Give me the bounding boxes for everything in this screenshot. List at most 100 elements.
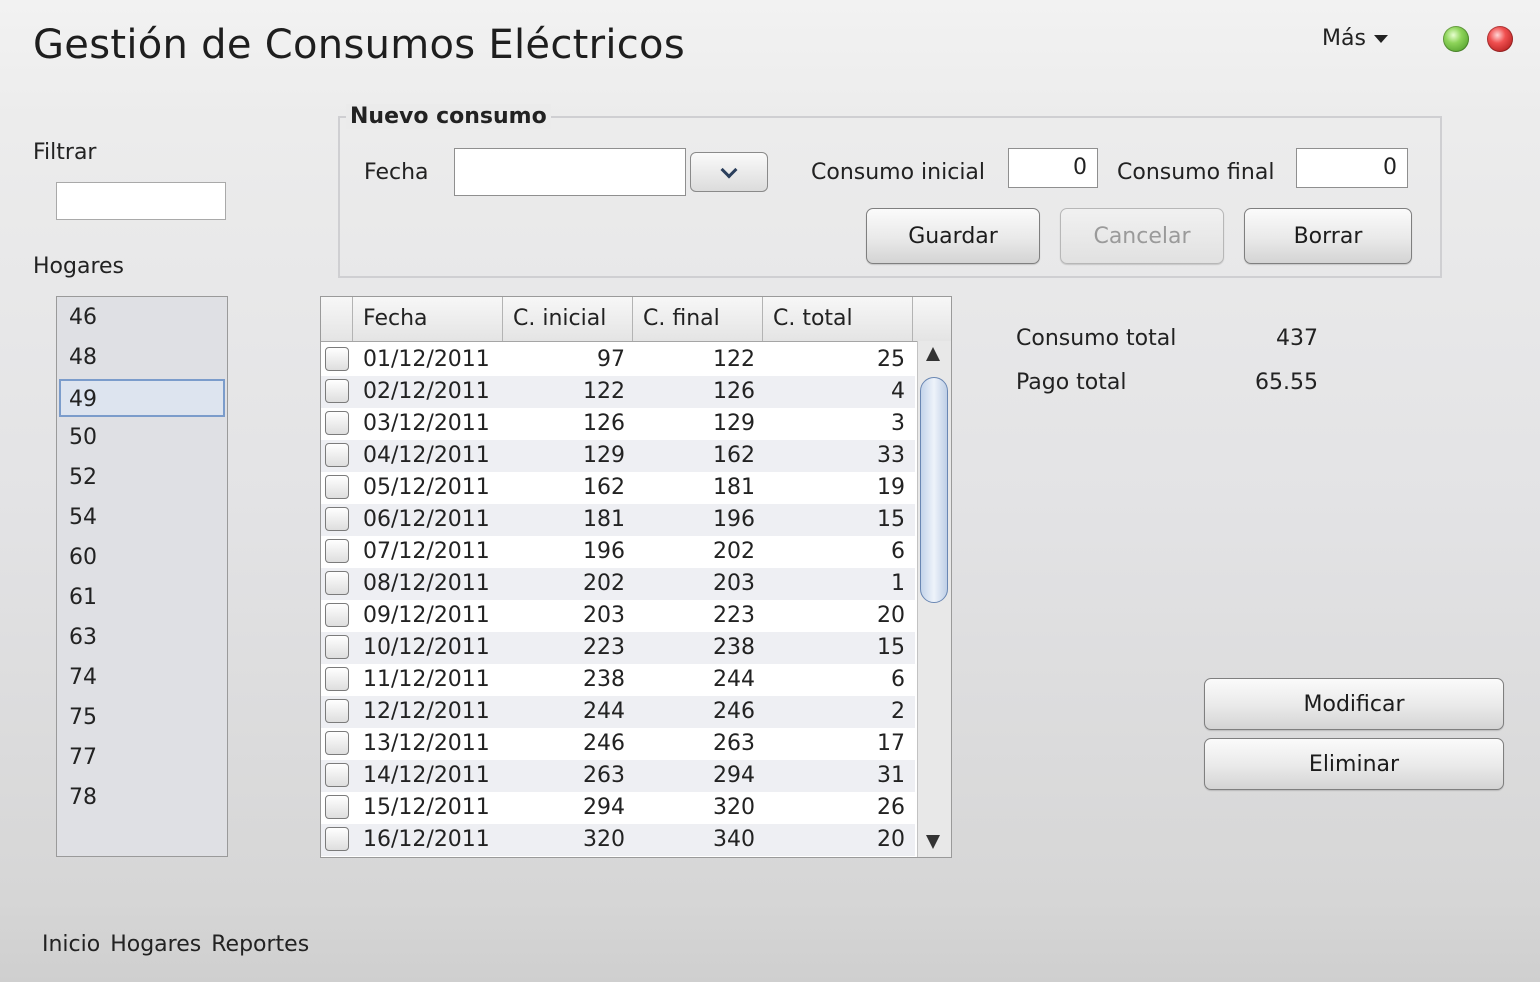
table-row[interactable]: 07/12/2011 196 202 6 xyxy=(321,536,915,568)
table-row[interactable]: 13/12/2011 246 263 17 xyxy=(321,728,915,760)
date-picker-button[interactable] xyxy=(690,152,768,192)
final-consumption-input[interactable]: 0 xyxy=(1296,148,1408,188)
cell-inicial: 129 xyxy=(583,443,625,468)
cell-fecha: 09/12/2011 xyxy=(363,603,490,628)
row-checkbox[interactable] xyxy=(325,667,349,691)
row-checkbox[interactable] xyxy=(325,347,349,371)
row-checkbox[interactable] xyxy=(325,731,349,755)
cell-fecha: 08/12/2011 xyxy=(363,571,490,596)
table-row[interactable]: 01/12/2011 97 122 25 xyxy=(321,344,915,376)
row-checkbox[interactable] xyxy=(325,571,349,595)
date-label: Fecha xyxy=(364,160,429,185)
nav-reportes[interactable]: Reportes xyxy=(211,932,309,957)
table-row[interactable]: 14/12/2011 263 294 31 xyxy=(321,760,915,792)
cell-total: 20 xyxy=(877,603,905,628)
cell-inicial: 97 xyxy=(597,347,625,372)
filter-label: Filtrar xyxy=(33,140,97,165)
scroll-down-arrow-icon[interactable] xyxy=(926,835,940,849)
household-item[interactable]: 63 xyxy=(59,619,225,657)
household-item[interactable]: 78 xyxy=(59,779,225,817)
table-row[interactable]: 06/12/2011 181 196 15 xyxy=(321,504,915,536)
filter-input[interactable] xyxy=(56,182,226,220)
initial-consumption-input[interactable]: 0 xyxy=(1008,148,1098,188)
table-row[interactable]: 02/12/2011 122 126 4 xyxy=(321,376,915,408)
cell-fecha: 01/12/2011 xyxy=(363,347,490,372)
table-row[interactable]: 10/12/2011 223 238 15 xyxy=(321,632,915,664)
row-checkbox[interactable] xyxy=(325,699,349,723)
row-checkbox[interactable] xyxy=(325,795,349,819)
cell-fecha: 11/12/2011 xyxy=(363,667,490,692)
delete-button[interactable]: Eliminar xyxy=(1204,738,1504,790)
cell-final: 238 xyxy=(713,635,755,660)
more-menu-button[interactable]: Más xyxy=(1322,26,1388,51)
row-checkbox[interactable] xyxy=(325,827,349,851)
cell-total: 25 xyxy=(877,347,905,372)
table-row[interactable]: 11/12/2011 238 244 6 xyxy=(321,664,915,696)
table-row[interactable]: 05/12/2011 162 181 19 xyxy=(321,472,915,504)
cell-final: 122 xyxy=(713,347,755,372)
row-checkbox[interactable] xyxy=(325,763,349,787)
nav-inicio[interactable]: Inicio xyxy=(42,932,100,957)
close-window-button[interactable] xyxy=(1487,26,1513,52)
row-checkbox[interactable] xyxy=(325,411,349,435)
consumption-table: Fecha C. inicial C. final C. total 01/12… xyxy=(320,296,952,858)
cell-inicial: 126 xyxy=(583,411,625,436)
households-label: Hogares xyxy=(33,254,125,279)
column-header-final[interactable]: C. final xyxy=(633,297,763,341)
row-checkbox[interactable] xyxy=(325,539,349,563)
cell-inicial: 203 xyxy=(583,603,625,628)
column-header-fecha[interactable]: Fecha xyxy=(353,297,503,341)
cell-inicial: 263 xyxy=(583,763,625,788)
row-checkbox[interactable] xyxy=(325,475,349,499)
household-item[interactable]: 50 xyxy=(59,419,225,457)
row-checkbox[interactable] xyxy=(325,507,349,531)
table-row[interactable]: 04/12/2011 129 162 33 xyxy=(321,440,915,472)
table-row[interactable]: 15/12/2011 294 320 26 xyxy=(321,792,915,824)
clear-button[interactable]: Borrar xyxy=(1244,208,1412,264)
table-row[interactable]: 09/12/2011 203 223 20 xyxy=(321,600,915,632)
cell-fecha: 04/12/2011 xyxy=(363,443,490,468)
household-item[interactable]: 60 xyxy=(59,539,225,577)
household-item[interactable]: 54 xyxy=(59,499,225,537)
select-column-header[interactable] xyxy=(321,297,353,341)
table-row[interactable]: 08/12/2011 202 203 1 xyxy=(321,568,915,600)
column-header-total[interactable]: C. total xyxy=(763,297,913,341)
household-item[interactable]: 61 xyxy=(59,579,225,617)
cell-total: 26 xyxy=(877,795,905,820)
household-item[interactable]: 48 xyxy=(59,339,225,377)
cell-inicial: 196 xyxy=(583,539,625,564)
scrollbar-thumb[interactable] xyxy=(920,377,948,603)
row-checkbox[interactable] xyxy=(325,443,349,467)
household-item[interactable]: 77 xyxy=(59,739,225,777)
household-item[interactable]: 46 xyxy=(59,299,225,337)
date-input[interactable] xyxy=(454,148,686,196)
table-row[interactable]: 03/12/2011 126 129 3 xyxy=(321,408,915,440)
row-checkbox[interactable] xyxy=(325,379,349,403)
row-checkbox[interactable] xyxy=(325,635,349,659)
household-item[interactable]: 52 xyxy=(59,459,225,497)
vertical-scrollbar[interactable] xyxy=(917,341,951,857)
modify-button[interactable]: Modificar xyxy=(1204,678,1504,730)
cancel-button[interactable]: Cancelar xyxy=(1060,208,1224,264)
cell-final: 246 xyxy=(713,699,755,724)
minimize-button[interactable] xyxy=(1443,26,1469,52)
cell-final: 196 xyxy=(713,507,755,532)
cell-final: 294 xyxy=(713,763,755,788)
cell-total: 31 xyxy=(877,763,905,788)
row-checkbox[interactable] xyxy=(325,603,349,627)
cell-final: 202 xyxy=(713,539,755,564)
cell-fecha: 14/12/2011 xyxy=(363,763,490,788)
cell-fecha: 12/12/2011 xyxy=(363,699,490,724)
table-row[interactable]: 12/12/2011 244 246 2 xyxy=(321,696,915,728)
column-header-inicial[interactable]: C. inicial xyxy=(503,297,633,341)
save-button[interactable]: Guardar xyxy=(866,208,1040,264)
nav-hogares[interactable]: Hogares xyxy=(110,932,201,957)
scroll-up-arrow-icon[interactable] xyxy=(926,347,940,361)
household-item[interactable]: 49 xyxy=(59,379,225,417)
chevron-down-icon xyxy=(720,161,738,178)
household-item[interactable]: 75 xyxy=(59,699,225,737)
cell-inicial: 238 xyxy=(583,667,625,692)
household-item[interactable]: 74 xyxy=(59,659,225,697)
table-row[interactable]: 16/12/2011 320 340 20 xyxy=(321,824,915,856)
final-consumption-label: Consumo final xyxy=(1117,160,1275,185)
